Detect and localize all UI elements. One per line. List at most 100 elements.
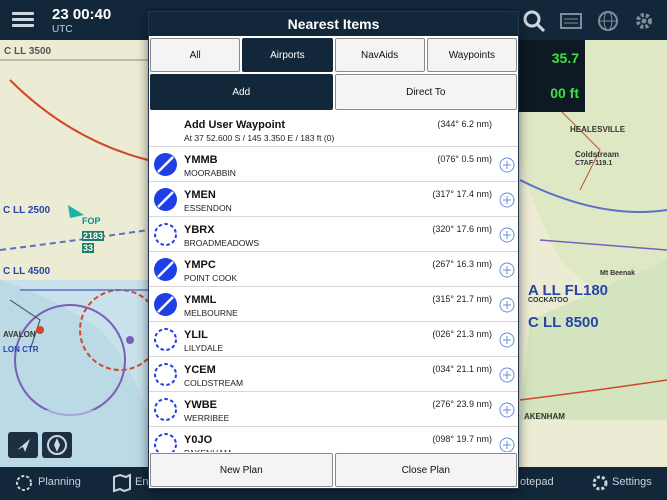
new-plan-button[interactable]: New Plan xyxy=(150,453,333,487)
airport-name: COLDSTREAM xyxy=(184,378,244,388)
readout-top-value: 35.7 xyxy=(551,50,579,66)
aircraft-label: FOP xyxy=(82,216,101,226)
non-towered-airport-icon xyxy=(154,433,177,452)
tab-planning[interactable]: Planning xyxy=(38,476,81,488)
tab-airports[interactable]: Airports xyxy=(242,38,333,72)
add-to-plan-icon[interactable] xyxy=(499,297,515,313)
planning-icon xyxy=(16,475,32,491)
flight-readout: 35.7 00 ft xyxy=(510,40,585,112)
airport-distance: (276° 23.9 nm) xyxy=(432,399,492,409)
airport-name: POINT COOK xyxy=(184,273,238,283)
airport-id: YMEN xyxy=(184,189,216,201)
settings-icon[interactable] xyxy=(632,9,656,33)
airport-row[interactable]: YBRX BROADMEADOWS (320° 17.6 nm) xyxy=(149,217,518,252)
map-label: C LL 3500 xyxy=(4,46,52,57)
globe-icon[interactable] xyxy=(596,9,620,33)
add-to-plan-icon[interactable] xyxy=(499,192,515,208)
non-towered-airport-icon xyxy=(154,223,177,246)
towered-airport-icon xyxy=(154,258,177,281)
towered-airport-icon xyxy=(154,188,177,211)
layers-icon[interactable] xyxy=(559,9,583,33)
airport-row[interactable]: YMML MELBOURNE (315° 21.7 nm) xyxy=(149,287,518,322)
user-waypoint-title: Add User Waypoint xyxy=(184,119,286,131)
tab-waypoints[interactable]: Waypoints xyxy=(426,38,517,72)
tab-enroute[interactable]: En xyxy=(135,476,148,488)
towered-airport-icon xyxy=(154,293,177,316)
settings-gear-icon xyxy=(592,475,608,491)
airport-id: YLIL xyxy=(184,329,208,341)
airport-row[interactable]: YMPC POINT COOK (267° 16.3 nm) xyxy=(149,252,518,287)
map-label: CTAF 119.1 xyxy=(575,160,613,167)
clock-time: 23 00:40 xyxy=(52,6,112,23)
add-to-plan-icon[interactable] xyxy=(499,367,515,383)
user-waypoint-distance: (344° 6.2 nm) xyxy=(437,119,492,129)
map-label: Coldstream xyxy=(575,150,620,159)
airport-name: WERRIBEE xyxy=(184,413,230,423)
airport-row[interactable]: YCEM COLDSTREAM (034° 21.1 nm) xyxy=(149,357,518,392)
airport-distance: (026° 21.3 nm) xyxy=(432,329,492,339)
add-mode-button[interactable]: Add xyxy=(150,74,333,110)
map-label: C LL 2500 xyxy=(3,205,51,216)
nearest-items-dialog: Nearest Items All Airports NavAids Waypo… xyxy=(148,11,519,489)
airport-id: Y0JO xyxy=(184,434,213,446)
add-to-plan-icon[interactable] xyxy=(499,437,515,452)
compass-button[interactable] xyxy=(42,432,72,458)
readout-bottom-value: 00 ft xyxy=(550,85,579,101)
airport-name: MELBOURNE xyxy=(184,308,238,318)
airport-distance: (315° 21.7 nm) xyxy=(432,294,492,304)
non-towered-airport-icon xyxy=(154,398,177,421)
add-user-waypoint-row[interactable]: Add User Waypoint At 37 52.600 S / 145 3… xyxy=(149,114,518,147)
airport-row[interactable]: YMMB MOORABBIN (076° 0.5 nm) xyxy=(149,147,518,182)
tab-settings[interactable]: Settings xyxy=(612,476,652,488)
track-up-button[interactable] xyxy=(8,432,38,458)
action-mode-toggle: Add Direct To xyxy=(149,74,518,110)
add-to-plan-icon[interactable] xyxy=(499,227,515,243)
aircraft-altitude-2: 33 xyxy=(82,243,95,253)
add-to-plan-icon[interactable] xyxy=(499,157,515,173)
airport-id: YMMB xyxy=(184,154,218,166)
add-to-plan-icon[interactable] xyxy=(499,262,515,278)
tab-notepad[interactable]: otepad xyxy=(520,476,554,488)
map-label: LON CTR xyxy=(3,345,39,354)
airport-distance: (098° 19.7 nm) xyxy=(432,434,492,444)
close-plan-button[interactable]: Close Plan xyxy=(334,453,517,487)
towered-airport-icon xyxy=(154,153,177,176)
airport-id: YBRX xyxy=(184,224,215,236)
airport-row[interactable]: YMEN ESSENDON (317° 17.4 nm) xyxy=(149,182,518,217)
map-label: COCKATOO xyxy=(528,297,569,304)
category-tabs: All Airports NavAids Waypoints xyxy=(149,36,518,74)
add-to-plan-icon[interactable] xyxy=(499,332,515,348)
airport-distance: (317° 17.4 nm) xyxy=(432,189,492,199)
compass-icon xyxy=(47,435,67,455)
map-label: C LL 8500 xyxy=(528,314,599,331)
non-towered-airport-icon xyxy=(154,363,177,386)
search-icon[interactable] xyxy=(522,9,546,33)
airport-row[interactable]: Y0JOPAKENHAM(098° 19.7 nm) xyxy=(149,427,518,452)
dialog-footer: New Plan Close Plan xyxy=(149,452,518,488)
aircraft-altitude: 2183 xyxy=(82,231,105,241)
tab-navaids[interactable]: NavAids xyxy=(334,38,425,72)
enroute-map-icon xyxy=(113,473,131,493)
airport-id: YWBE xyxy=(184,399,217,411)
map-label: AKENHAM xyxy=(524,412,565,421)
menu-icon[interactable] xyxy=(12,12,34,28)
tab-all[interactable]: All xyxy=(150,38,241,72)
map-label: AVALON xyxy=(3,330,36,339)
nearest-list[interactable]: Add User Waypoint At 37 52.600 S / 145 3… xyxy=(149,114,518,452)
map-label: C LL 4500 xyxy=(3,266,51,277)
airport-id: YMML xyxy=(184,294,217,306)
direct-to-button[interactable]: Direct To xyxy=(334,74,517,110)
airport-name: ESSENDON xyxy=(184,203,232,213)
add-to-plan-icon[interactable] xyxy=(499,402,515,418)
airport-row[interactable]: YLIL LILYDALE (026° 21.3 nm) xyxy=(149,322,518,357)
map-label: HEALESVILLE xyxy=(570,125,626,134)
airport-name: MOORABBIN xyxy=(184,168,236,178)
airport-distance: (076° 0.5 nm) xyxy=(437,154,492,164)
airport-name: BROADMEADOWS xyxy=(184,238,260,248)
airport-row[interactable]: YWBE WERRIBEE (276° 23.9 nm) xyxy=(149,392,518,427)
user-waypoint-coords: At 37 52.600 S / 145 3.350 E / 183 ft (0… xyxy=(184,133,335,143)
airport-distance: (034° 21.1 nm) xyxy=(432,364,492,374)
airport-name: LILYDALE xyxy=(184,343,224,353)
map-label: Mt Beenak xyxy=(600,270,636,277)
airport-id: YCEM xyxy=(184,364,216,376)
